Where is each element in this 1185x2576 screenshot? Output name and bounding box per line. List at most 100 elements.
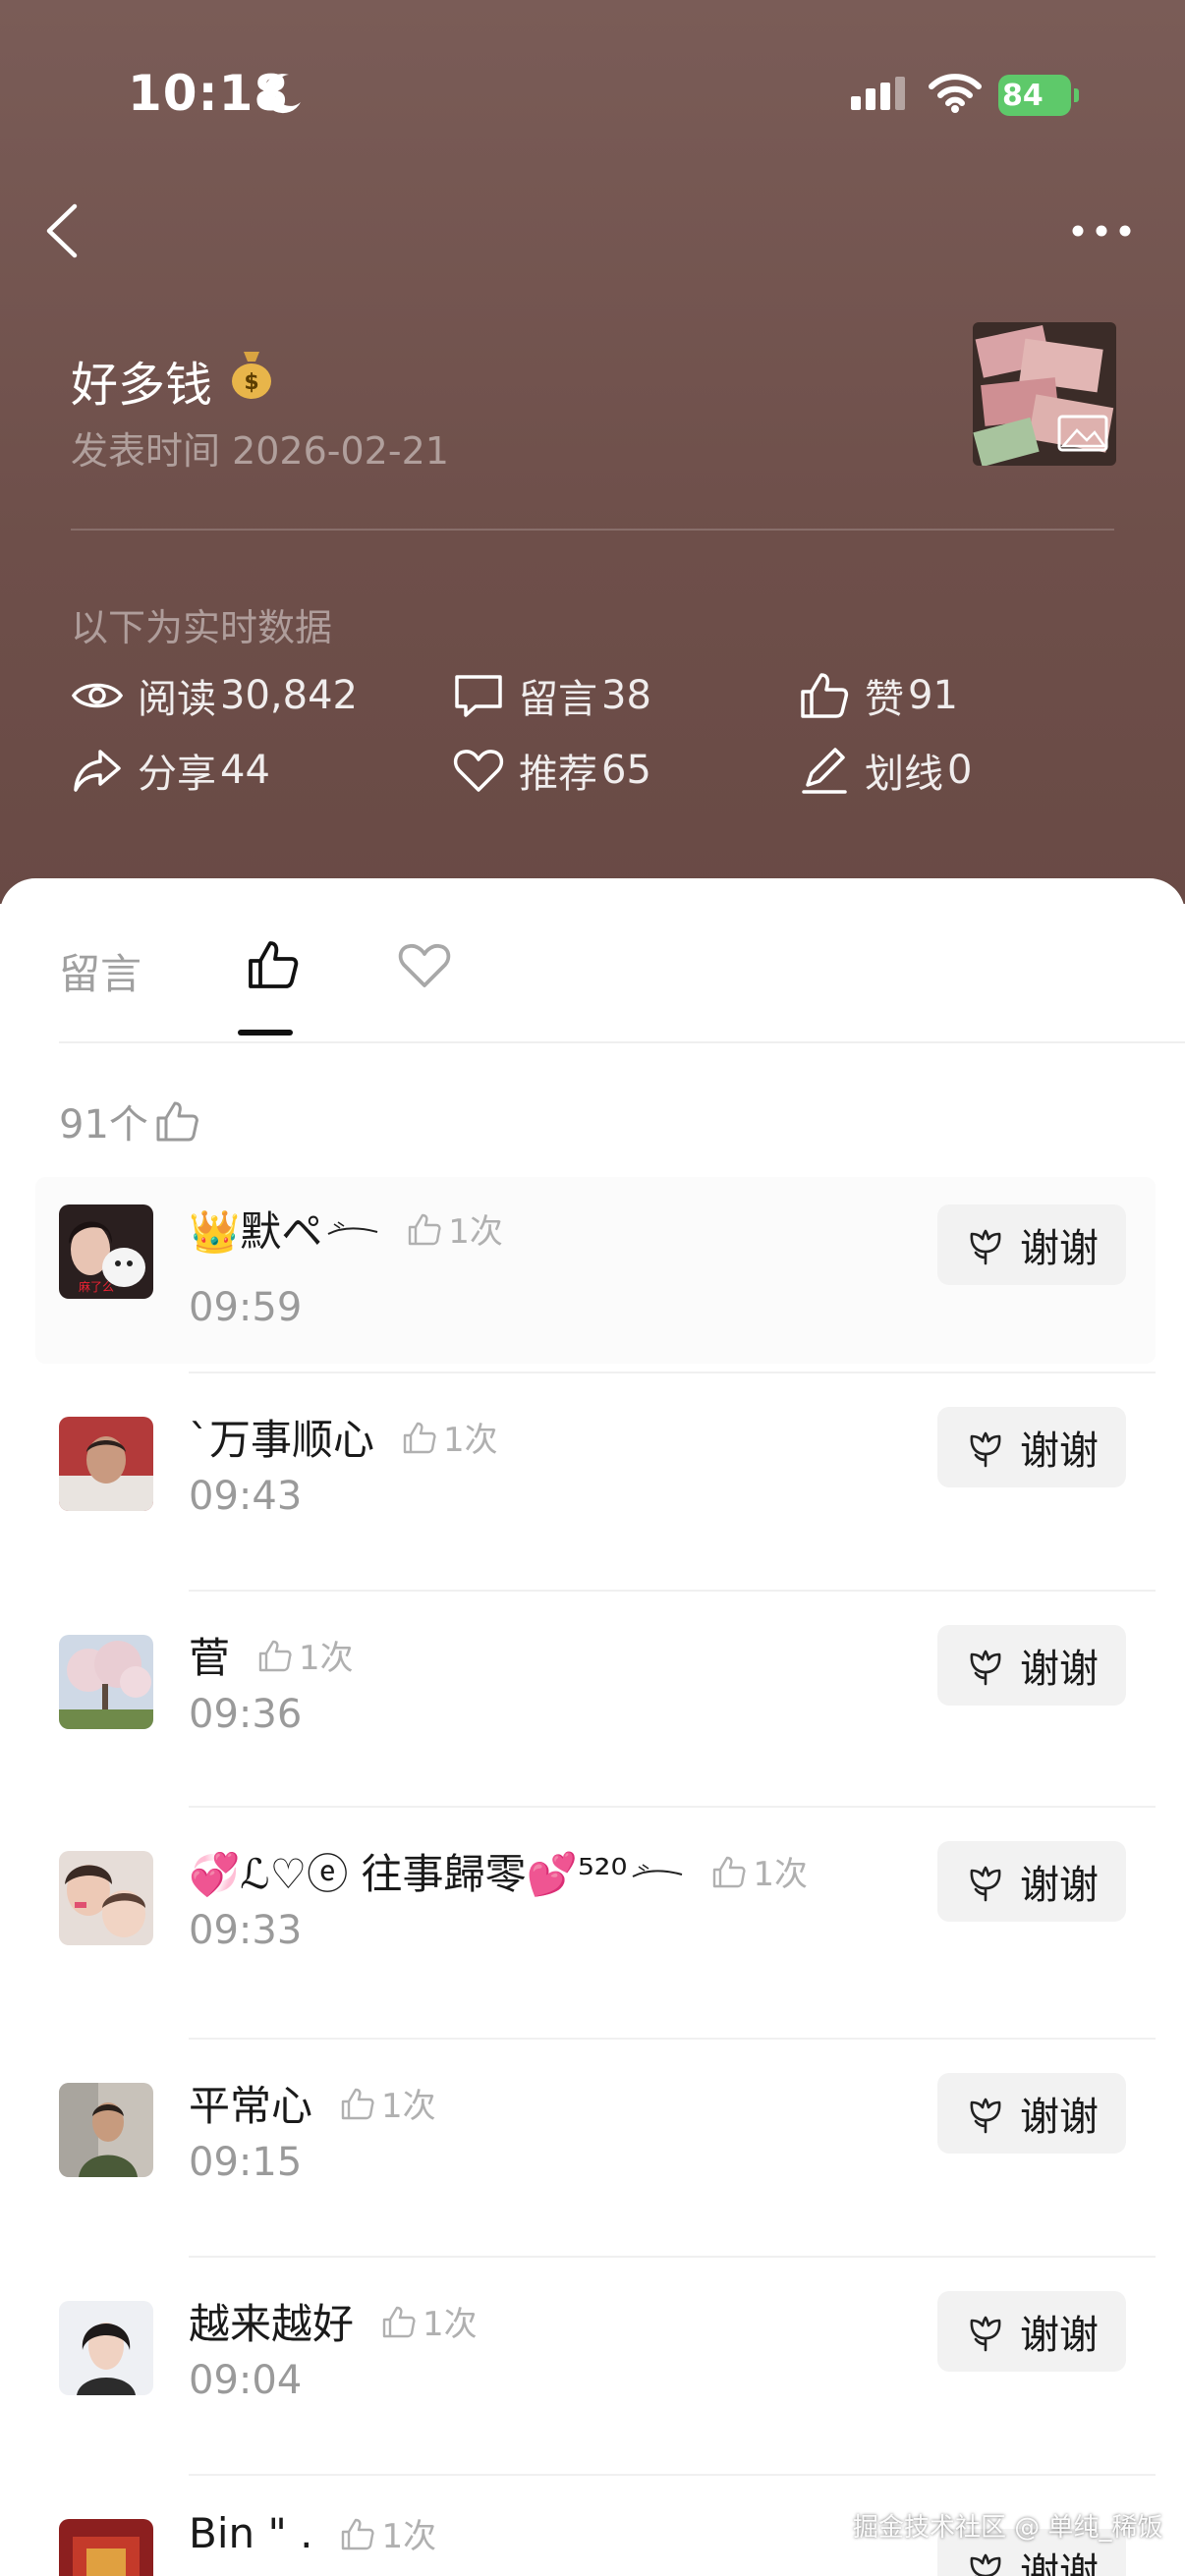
stat-likes-value: 91 [908, 673, 958, 718]
liker-name: 💞ℒ♡ⓔ 往事歸零💕⁵²⁰ [189, 1850, 628, 1898]
like-time: 09:59 [189, 1285, 303, 1330]
liker-name: 菅 [189, 1634, 231, 1682]
thumbs-up-icon [382, 2306, 416, 2337]
flower-icon [970, 2316, 1001, 2352]
thumbs-up-icon [341, 2088, 374, 2119]
liker-row[interactable]: 麻了么 👑默ペ 1次 09:59 谢谢 [35, 1177, 1156, 1364]
liker-name-line: 越来越好 1次 [189, 2291, 478, 2351]
stat-likes[interactable]: 赞 91 [798, 668, 958, 723]
likes-total-text: 91个 [59, 1102, 148, 1148]
thanks-button[interactable]: 谢谢 [937, 1841, 1126, 1922]
thanks-label: 谢谢 [1020, 2313, 1099, 2358]
likes-total: 91个 [59, 1092, 199, 1149]
stat-reads[interactable]: 阅读 30,842 [71, 668, 358, 723]
thanks-button[interactable]: 谢谢 [937, 1407, 1126, 1487]
tabs-divider [59, 1041, 1185, 1043]
flower-icon [970, 1650, 1001, 1686]
thanks-button[interactable]: 谢谢 [937, 2073, 1126, 2154]
liker-row[interactable]: 💞ℒ♡ⓔ 往事歸零💕⁵²⁰ 1次 09:33 谢谢 [35, 1806, 1156, 2002]
like-count-text: 1次 [381, 2087, 436, 2126]
like-count-text: 1次 [443, 1421, 498, 1460]
article-thumbnail[interactable] [973, 322, 1116, 466]
stat-comments[interactable]: 留言 38 [452, 668, 651, 723]
row-divider [189, 2474, 1156, 2476]
thumbs-up-icon [156, 1101, 198, 1142]
stat-underlines-value: 0 [947, 748, 973, 793]
tab-comments[interactable]: 留言 [59, 941, 141, 1001]
avatar[interactable] [59, 2519, 153, 2576]
thanks-label: 谢谢 [1020, 1428, 1099, 1474]
stat-recommends-label: 推荐 [519, 752, 597, 797]
eye-icon [71, 683, 124, 708]
avatar[interactable] [59, 2083, 153, 2177]
stat-recommends-value: 65 [601, 748, 651, 793]
liker-name-line: Bin " . 1次 [189, 2509, 436, 2557]
thumbs-up-icon [409, 1213, 441, 1245]
avatar[interactable] [59, 2301, 153, 2395]
money-bag-icon: $ [232, 352, 271, 399]
like-time: 09:36 [189, 1692, 303, 1737]
header-divider [71, 529, 1114, 531]
pen-icon [802, 748, 847, 794]
stat-shares-label: 分享 [138, 752, 216, 797]
comment-icon [455, 675, 502, 717]
tab-recommends[interactable] [397, 937, 452, 992]
stat-shares[interactable]: 分享 44 [71, 743, 270, 798]
thumbs-up-icon [258, 1640, 292, 1671]
like-time: 09:15 [189, 2140, 303, 2185]
liker-row[interactable]: 平常心 1次 09:15 谢谢 [35, 2038, 1156, 2234]
like-count: 1次 [340, 2509, 436, 2557]
flower-icon [970, 1229, 1001, 1265]
thanks-button[interactable]: 谢谢 [937, 1204, 1126, 1285]
status-bar: 10:18 84 [0, 0, 1185, 138]
stat-shares-value: 44 [220, 748, 270, 793]
thumbs-up-icon [342, 2518, 375, 2549]
thanks-label: 谢谢 [1020, 2550, 1099, 2576]
like-count-text: 1次 [299, 1639, 354, 1678]
like-count: 1次 [407, 1204, 503, 1253]
thanks-button[interactable]: 谢谢 [937, 2291, 1126, 2372]
thanks-label: 谢谢 [1020, 1226, 1099, 1271]
battery-indicator: 84 [998, 75, 1079, 116]
thumbs-up-icon [403, 1422, 436, 1453]
wifi-icon [929, 74, 982, 113]
row-divider [189, 1806, 1156, 1808]
liker-name-line: 👑默ペ 1次 [189, 1199, 503, 1259]
stat-recommends[interactable]: 推荐 65 [452, 743, 651, 798]
tab-likes[interactable] [246, 937, 301, 992]
watermark: 掘金技术社区 @ 单纯_稀饭 [853, 2513, 1163, 2543]
realtime-data-label: 以下为实时数据 [71, 606, 333, 649]
thanks-button[interactable]: 谢谢 [937, 1625, 1126, 1706]
avatar[interactable] [59, 1635, 153, 1729]
flower-icon [970, 2098, 1001, 2134]
liker-name: 平常心 [189, 2082, 313, 2130]
like-count-text: 1次 [448, 1212, 503, 1252]
row-divider [189, 2256, 1156, 2258]
like-count: 1次 [381, 2297, 478, 2345]
flower-icon [970, 2553, 1001, 2576]
like-count-text: 1次 [753, 1855, 808, 1894]
stat-reads-label: 阅读 [138, 677, 216, 722]
like-count: 1次 [711, 1847, 808, 1895]
avatar[interactable] [59, 1417, 153, 1511]
avatar[interactable] [59, 1851, 153, 1945]
stat-comments-label: 留言 [519, 677, 597, 722]
liker-row[interactable]: `万事顺心 1次 09:43 谢谢 [35, 1372, 1156, 1568]
thanks-label: 谢谢 [1020, 1647, 1099, 1692]
liker-name-line: 平常心 1次 [189, 2073, 436, 2133]
back-button[interactable] [39, 196, 88, 265]
stat-underlines[interactable]: 划线 0 [798, 743, 972, 798]
article-title: 好多钱 [71, 358, 213, 413]
row-divider [189, 1590, 1156, 1592]
more-options-button[interactable] [1067, 216, 1136, 246]
avatar[interactable]: 麻了么 [59, 1204, 153, 1299]
liker-name-line: `万事顺心 1次 [189, 1407, 498, 1467]
article-stats-header: 10:18 84 好多钱 $ 发表时间 2026-02-21 以下为实时数据 阅… [0, 0, 1185, 904]
heart-icon [453, 750, 504, 792]
like-time: 09:04 [189, 2358, 303, 2403]
flower-icon [970, 1431, 1001, 1468]
liker-row[interactable]: 菅 1次 09:36 谢谢 [35, 1590, 1156, 1786]
publish-time: 发表时间 2026-02-21 [71, 429, 449, 473]
liker-row[interactable]: 越来越好 1次 09:04 谢谢 [35, 2256, 1156, 2452]
battery-level: 84 [1002, 79, 1044, 113]
